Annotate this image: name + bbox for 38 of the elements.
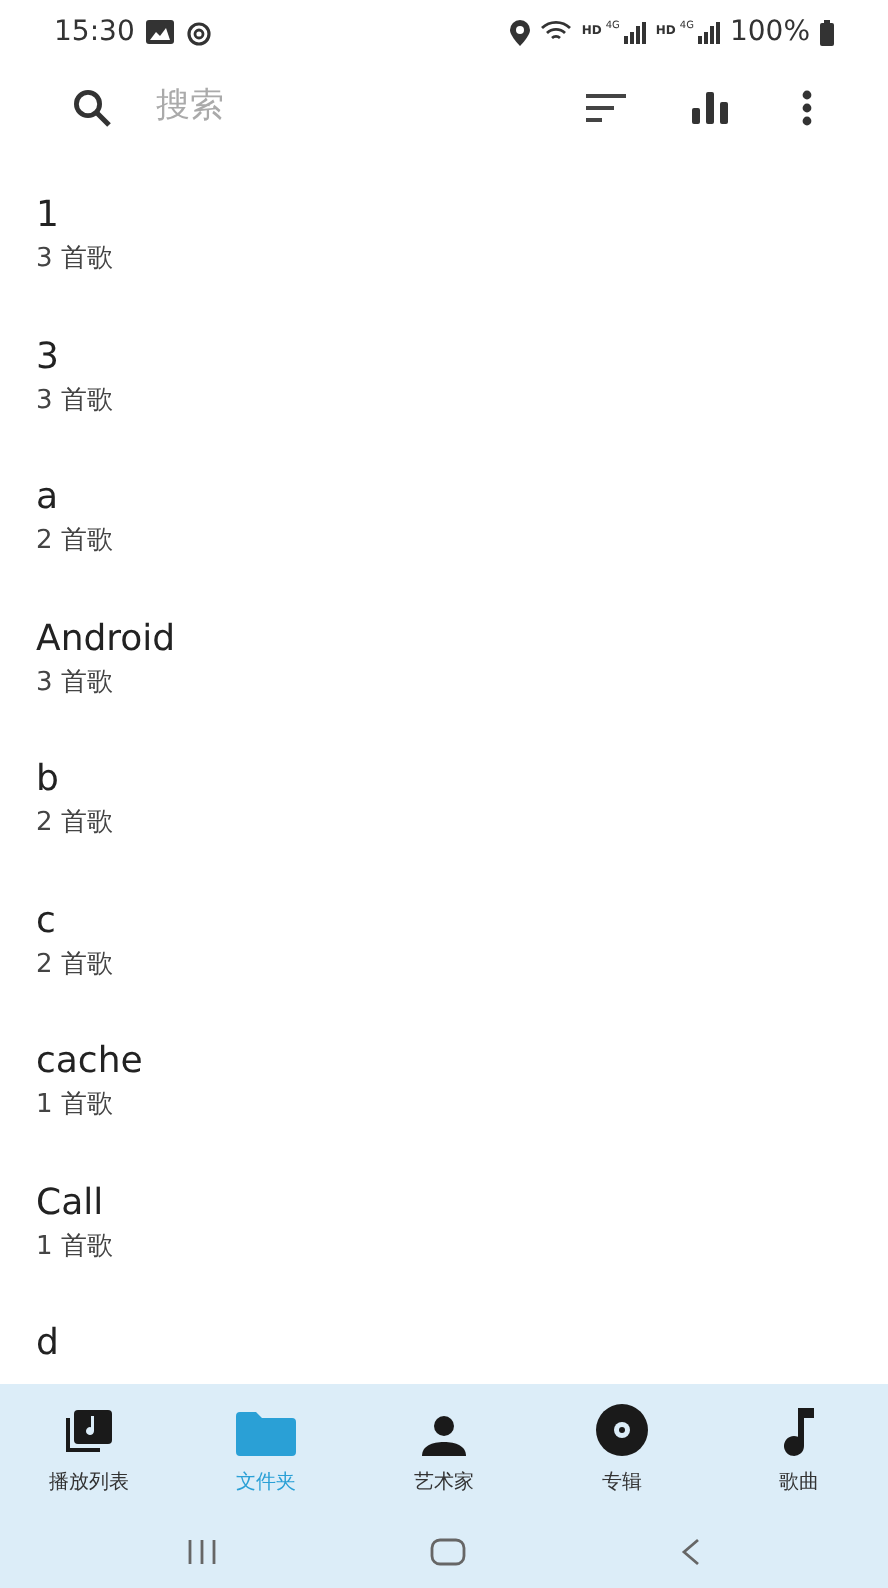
folder-name: d	[36, 1320, 61, 1368]
tab-label: 艺术家	[413, 1469, 474, 1497]
song-count: 3 首歌	[36, 665, 115, 701]
song-count: 1 首歌	[36, 1229, 115, 1265]
folder-name: c	[36, 897, 58, 945]
nav-tab[interactable]: 艺术家	[355, 1403, 533, 1497]
folder-item[interactable]: b 2 首歌	[0, 756, 888, 897]
nav-tab[interactable]: 歌曲	[710, 1403, 888, 1497]
folder-name: 3	[36, 333, 61, 381]
song-count: 3 首歌	[36, 383, 115, 419]
song-count: 2 首歌	[36, 524, 115, 560]
song-count: 3 首歌	[36, 242, 115, 278]
folder-item[interactable]: c 2 首歌	[0, 897, 888, 1038]
search-field[interactable]: 搜索	[156, 82, 586, 134]
folder-item[interactable]: cache 1 首歌	[0, 1038, 888, 1179]
nav-tab[interactable]: 播放列表	[0, 1403, 178, 1497]
folder-name: b	[36, 756, 61, 804]
folder-item[interactable]: 3 3 首歌	[0, 333, 888, 474]
song-count: 1 首歌	[36, 1088, 115, 1124]
folder-name: Android	[36, 615, 178, 663]
battery-percent: 100%	[729, 13, 810, 51]
tab-label: 专辑	[601, 1469, 642, 1497]
status-time: 15:30	[54, 13, 135, 51]
song-count: 2 首歌	[36, 806, 115, 842]
nav-tab[interactable]: 专辑	[532, 1403, 711, 1497]
tab-label: 歌曲	[779, 1469, 820, 1497]
folder-item[interactable]: a 2 首歌	[0, 474, 888, 615]
folder-name: a	[36, 474, 61, 522]
folder-item[interactable]: 1 3 首歌	[0, 192, 888, 333]
tab-label: 播放列表	[48, 1469, 129, 1497]
folder-item[interactable]: d	[0, 1320, 888, 1384]
folder-name: Call	[36, 1179, 106, 1227]
tab-label: 文件夹	[236, 1469, 297, 1497]
song-count: 2 首歌	[36, 947, 115, 983]
folder-item[interactable]: Call 1 首歌	[0, 1179, 888, 1320]
folder-name: 1	[36, 192, 61, 240]
folder-item[interactable]: Android 3 首歌	[0, 615, 888, 756]
folder-name: cache	[36, 1038, 145, 1086]
